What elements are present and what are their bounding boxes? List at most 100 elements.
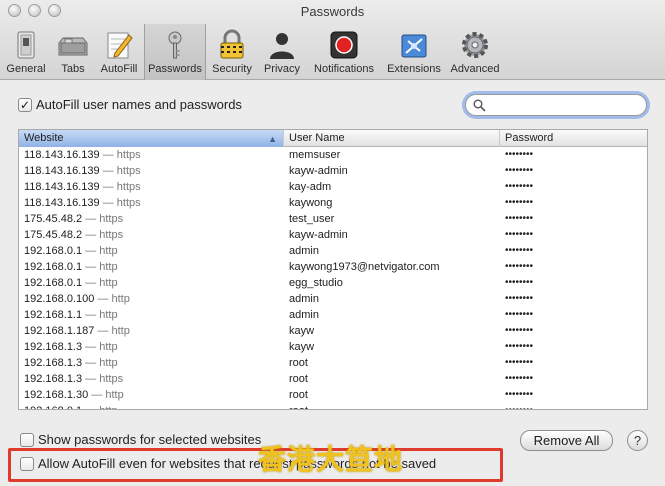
table-row[interactable]: 118.143.16.139 — https kay-adm •••••••• (19, 179, 647, 195)
column-header-user-label: User Name (289, 132, 345, 144)
tab-passwords-label: Passwords (148, 63, 202, 75)
website-cell: 192.168.1.3 — http (19, 339, 284, 355)
tab-autofill[interactable]: AutoFill (94, 24, 144, 80)
show-passwords-checkbox[interactable] (20, 432, 34, 447)
website-separator: — (82, 277, 100, 289)
password-cell: •••••••• (505, 293, 534, 304)
tab-security-label: Security (212, 63, 252, 75)
website-host: 192.168.1.3 (24, 373, 83, 385)
website-host: 192.168.1.30 (24, 389, 89, 401)
table-row[interactable]: 192.168.0.100 — http admin •••••••• (19, 291, 647, 307)
website-protocol: http (99, 405, 117, 409)
autofill-checkbox[interactable]: ✓ (18, 97, 32, 112)
tab-privacy-label: Privacy (263, 63, 301, 75)
show-passwords-label: Show passwords for selected websites (38, 432, 262, 447)
website-host: 175.45.48.2 (24, 213, 83, 225)
table-row[interactable]: 192.168.0.1 — http egg_studio •••••••• (19, 275, 647, 291)
search-field[interactable] (465, 94, 647, 116)
website-protocol: http (99, 357, 118, 369)
table-row[interactable]: 192.168.0.1 — http admin •••••••• (19, 243, 647, 259)
website-separator: — (94, 293, 112, 305)
website-separator: — (88, 389, 106, 401)
table-row[interactable]: 192.168.1.187 — http kayw •••••••• (19, 323, 647, 339)
website-cell: 192.168.0.1 — http (19, 243, 284, 259)
remove-all-button[interactable]: Remove All (520, 430, 613, 451)
column-header-password[interactable]: Password (500, 130, 647, 147)
website-cell: 192.168.1.3 — https (19, 371, 284, 387)
tab-autofill-label: AutoFill (100, 63, 138, 75)
tab-security[interactable]: Security (206, 24, 258, 80)
table-row[interactable]: 192.168.0.1 — httproot•••••••• (19, 403, 647, 409)
website-host: 118.143.16.139 (24, 165, 100, 177)
website-separator: — (94, 325, 112, 337)
website-separator: — (99, 181, 117, 193)
table-row[interactable]: 175.45.48.2 — https test_user •••••••• (19, 211, 647, 227)
website-separator: — (99, 149, 117, 161)
website-host: 192.168.1.3 (24, 357, 83, 369)
tab-extensions-label: Extensions (387, 63, 441, 75)
username-cell: kayw-admin (289, 229, 348, 241)
table-row[interactable]: 192.168.1.3 — http root •••••••• (19, 355, 647, 371)
table-row[interactable]: 118.143.16.139 — https kayw-admin •••••••• (19, 163, 647, 179)
website-protocol: http (99, 245, 118, 257)
website-protocol: https (99, 213, 124, 225)
website-cell: 192.168.1.187 — http (19, 323, 284, 339)
website-cell: 192.168.0.1 — http (19, 275, 284, 291)
show-passwords-row[interactable]: Show passwords for selected websites (20, 432, 261, 447)
username-cell: root (289, 373, 308, 385)
username-cell: root (284, 403, 500, 409)
tab-tabs[interactable]: Tabs (52, 24, 94, 80)
tab-notifications[interactable]: Notifications (306, 24, 382, 80)
website-cell: 118.143.16.139 — https (19, 163, 284, 179)
column-header-website-label: Website (24, 132, 64, 144)
table-row[interactable]: 192.168.0.1 — http kaywong1973@netvigator… (19, 259, 647, 275)
password-cell: •••••••• (505, 373, 534, 384)
username-cell: test_user (289, 213, 335, 225)
tab-extensions[interactable]: Extensions (382, 24, 446, 80)
silhouette-icon (270, 33, 294, 59)
record-icon (330, 31, 358, 59)
tab-advanced-label: Advanced (450, 63, 500, 75)
password-cell: •••••••• (505, 229, 534, 240)
table-row[interactable]: 192.168.1.30 — http root •••••••• (19, 387, 647, 403)
website-separator: — (82, 229, 100, 241)
column-header-website[interactable]: Website ▲ (19, 130, 284, 147)
tabs-icon (58, 37, 88, 56)
password-cell: •••••••• (505, 149, 534, 160)
autofill-checkbox-row[interactable]: ✓ AutoFill user names and passwords (18, 97, 242, 112)
table-body: 118.143.16.139 — https memsuser •••••••• 11… (19, 147, 647, 409)
tab-general[interactable]: General (0, 24, 52, 80)
website-protocol: http (111, 325, 130, 337)
website-separator: — (82, 405, 99, 409)
tab-general-label: General (6, 63, 46, 75)
column-header-user[interactable]: User Name (284, 130, 500, 147)
gear-icon (462, 32, 488, 58)
tab-passwords[interactable]: Passwords (144, 24, 206, 80)
website-protocol: http (99, 277, 118, 289)
username-cell: kaywong1973@netvigator.com (289, 261, 440, 273)
website-separator: — (82, 261, 100, 273)
table-row[interactable]: 118.143.16.139 — https kaywong •••••••• (19, 195, 647, 211)
table-row[interactable]: 192.168.1.1 — http admin •••••••• (19, 307, 647, 323)
table-row[interactable]: 192.168.1.3 — https root •••••••• (19, 371, 647, 387)
padlock-icon (220, 29, 244, 59)
table-row[interactable]: 175.45.48.2 — https kayw-admin •••••••• (19, 227, 647, 243)
preferences-toolbar: General Tabs AutoFill Passwords Security… (0, 24, 504, 80)
table-row[interactable]: 118.143.16.139 — https memsuser •••••••• (19, 147, 647, 163)
username-cell: kayw (289, 341, 315, 353)
username-cell: egg_studio (289, 277, 343, 289)
password-cell: •••••••• (505, 325, 534, 336)
help-button[interactable]: ? (627, 430, 648, 451)
tab-privacy[interactable]: Privacy (258, 24, 306, 80)
table-row[interactable]: 192.168.1.3 — http kayw •••••••• (19, 339, 647, 355)
username-cell: admin (289, 245, 319, 257)
tab-advanced[interactable]: Advanced (446, 24, 504, 80)
password-cell: •••••••• (505, 181, 534, 192)
sort-ascending-icon: ▲ (268, 134, 277, 144)
password-cell: •••••••• (505, 277, 534, 288)
autofill-checkbox-label: AutoFill user names and passwords (36, 97, 242, 112)
allow-autofill-checkbox[interactable] (20, 456, 34, 471)
search-icon (473, 99, 486, 112)
website-host: 192.168.0.1 (24, 245, 83, 257)
username-cell: admin (289, 293, 319, 305)
